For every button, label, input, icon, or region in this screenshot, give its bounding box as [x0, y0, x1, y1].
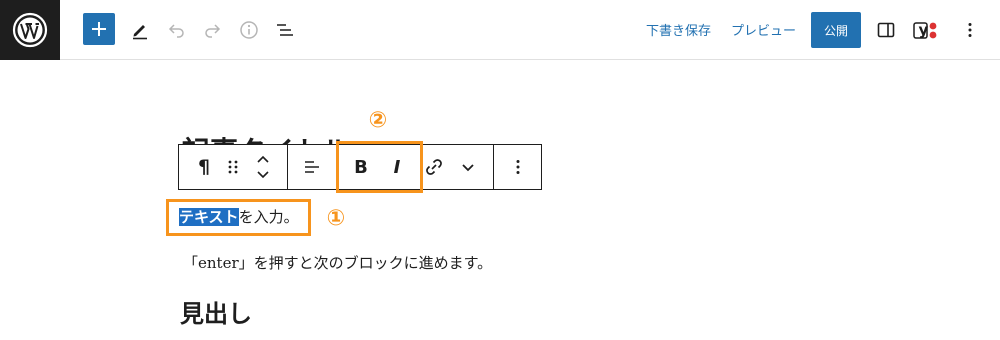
settings-sidebar-button[interactable]	[870, 14, 902, 46]
sidebar-icon	[877, 22, 895, 38]
annotation-highlight-paragraph	[166, 199, 311, 236]
save-draft-button[interactable]: 下書き保存	[646, 20, 711, 39]
align-button[interactable]	[295, 145, 329, 189]
drag-handle-icon	[228, 160, 238, 174]
annotation-marker-2: ②	[368, 107, 388, 133]
yoast-seo-button[interactable]: y	[909, 14, 941, 46]
annotation-marker-1: ①	[326, 205, 346, 231]
align-left-icon	[305, 161, 319, 173]
toolbar-divider	[493, 145, 494, 189]
more-formatting-button[interactable]	[453, 145, 483, 189]
block-type-paragraph-button[interactable]: ¶	[187, 145, 221, 189]
heading-block[interactable]: 見出し	[180, 294, 252, 329]
move-block-buttons[interactable]	[249, 145, 277, 189]
publish-button[interactable]: 公開	[811, 12, 861, 48]
chevron-down-icon	[462, 164, 474, 172]
block-options-button[interactable]	[501, 145, 535, 189]
annotation-highlight-format-buttons	[336, 141, 423, 193]
link-icon	[426, 159, 442, 175]
redo-icon	[205, 24, 221, 38]
tools-button[interactable]	[124, 14, 156, 46]
more-vertical-icon	[516, 160, 520, 174]
add-block-button[interactable]	[83, 13, 115, 45]
info-icon	[240, 21, 258, 39]
yoast-icon: y	[913, 21, 937, 39]
options-menu-button[interactable]	[954, 14, 986, 46]
link-button[interactable]	[419, 145, 449, 189]
list-view-button[interactable]	[269, 14, 301, 46]
svg-text:y: y	[919, 21, 929, 39]
preview-button[interactable]: プレビュー	[731, 20, 796, 39]
list-view-icon	[277, 24, 293, 36]
drag-handle[interactable]	[219, 145, 247, 189]
plus-icon	[92, 22, 106, 36]
redo-button[interactable]	[196, 14, 228, 46]
paragraph-block-2[interactable]: 「enter」を押すと次のブロックに進めます。	[183, 252, 492, 273]
wordpress-logo-icon[interactable]	[0, 0, 60, 60]
undo-icon	[168, 24, 184, 38]
pencil-icon	[133, 25, 147, 40]
move-up-down-icon	[257, 155, 269, 179]
editor-top-toolbar: 下書き保存 プレビュー 公開 y	[0, 0, 1000, 60]
details-button[interactable]	[233, 14, 265, 46]
more-vertical-icon	[968, 23, 972, 37]
undo-button[interactable]	[161, 14, 193, 46]
toolbar-divider	[287, 145, 288, 189]
